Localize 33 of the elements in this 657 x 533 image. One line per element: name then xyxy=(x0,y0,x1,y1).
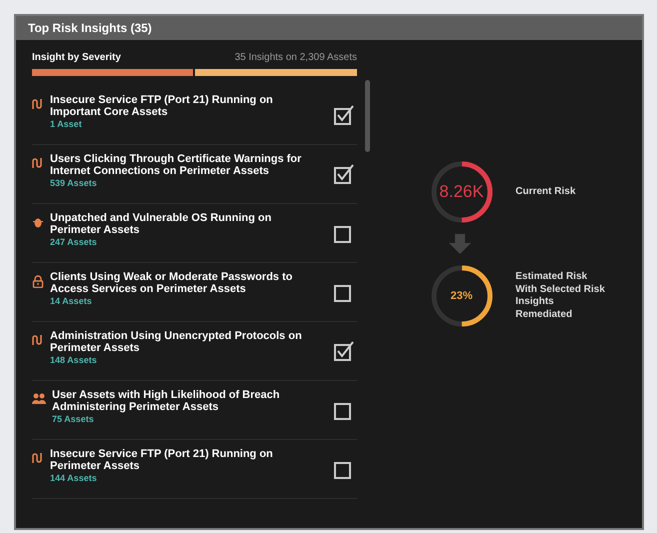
down-arrow-icon xyxy=(448,234,470,254)
insight-title: Administration Using Unencrypted Protocols on Perimeter Assets xyxy=(50,330,303,354)
severity-label: Insight by Severity xyxy=(32,51,121,65)
squiggle-icon xyxy=(32,334,44,346)
gauge-label: Estimated Risk With Selected Risk Insights Remediated xyxy=(516,271,606,321)
scrollbar[interactable] xyxy=(364,80,370,152)
gauge-label: Current Risk xyxy=(516,186,577,198)
insight-title: User Assets with High Likelihood of Breach Administering Perimeter Assets xyxy=(52,389,281,413)
gauge-value: 23% xyxy=(450,288,473,304)
asset-count: 14 Assets xyxy=(50,295,93,308)
asset-count: 1 Asset xyxy=(50,118,83,131)
insight-title: Insecure Service FTP (Port 21) Running on Perimeter Assets xyxy=(50,448,274,472)
insight-title: Users Clicking Through Certificate Warnings for Internet Connections on Perimeter Assets xyxy=(50,153,302,177)
checkbox[interactable] xyxy=(333,340,355,362)
insight-title: Clients Using Weak or Moderate Passwords to Access Services on Perimeter Assets xyxy=(50,271,294,295)
insight-title: Insecure Service FTP (Port 21) Running on Important Core Assets xyxy=(50,94,274,118)
asset-count: 148 Assets xyxy=(50,354,98,367)
squiggle-icon xyxy=(32,452,44,464)
asset-count: 247 Assets xyxy=(50,236,98,249)
panel-title: Top Risk Insights (35) xyxy=(28,20,152,37)
users-icon xyxy=(32,393,46,404)
checkbox[interactable] xyxy=(333,104,355,126)
lock-icon xyxy=(32,275,44,288)
asset-count: 144 Assets xyxy=(50,472,98,485)
severity-summary: 35 Insights on 2,309 Assets xyxy=(234,51,357,65)
asset-count: 539 Assets xyxy=(50,177,98,190)
gauge-value: 8.26K xyxy=(439,181,484,204)
squiggle-icon xyxy=(32,157,44,169)
bug-icon xyxy=(32,216,44,228)
insight-title: Unpatched and Vulnerable OS Running on Perimeter Assets xyxy=(50,212,272,236)
checkbox[interactable] xyxy=(333,163,355,185)
squiggle-icon xyxy=(32,98,44,110)
asset-count: 75 Assets xyxy=(52,413,95,426)
